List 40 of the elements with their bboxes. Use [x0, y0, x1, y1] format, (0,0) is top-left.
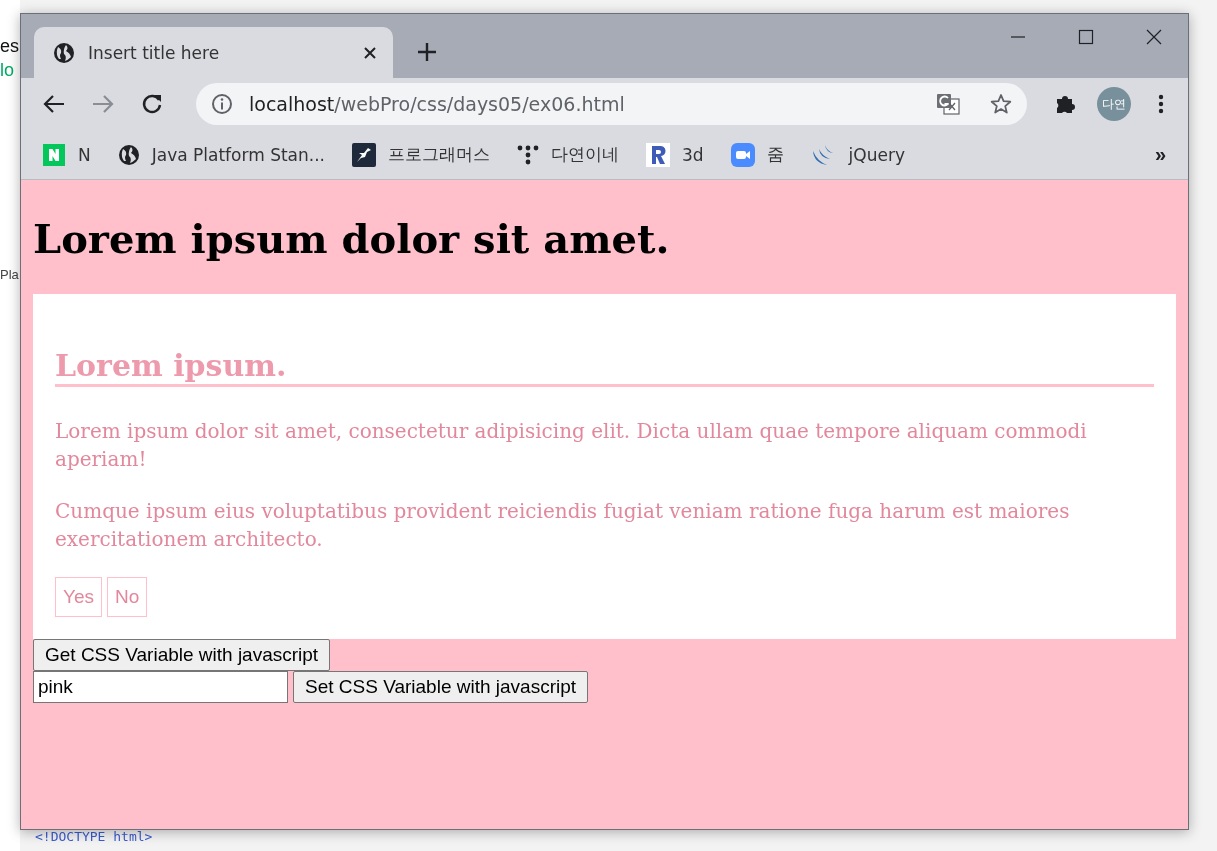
bookmark[interactable]: 프로그래머스 — [352, 142, 490, 167]
info-icon — [211, 93, 233, 115]
maximize-icon[interactable] — [1078, 29, 1094, 45]
new-tab-icon[interactable] — [417, 42, 437, 62]
dots-icon — [517, 143, 539, 166]
bookmark[interactable]: 다연이네 — [517, 143, 619, 166]
paragraph: Cumque ipsum eius voluptatibus provident reiciendis fugiat veniam ratione fuga harum est maiores exercitationem architecto. — [55, 498, 1071, 553]
background-text: lo — [0, 60, 14, 81]
puzzle-icon[interactable] — [1054, 93, 1076, 115]
address-bar[interactable]: localhost/webPro/css/days05/ex06.html — [196, 83, 1027, 125]
close-icon[interactable] — [1146, 29, 1162, 45]
url-text: localhost/webPro/css/days05/ex06.html — [249, 93, 625, 115]
more-bookmarks-button[interactable]: » — [1154, 143, 1166, 166]
background-text: es — [0, 36, 19, 57]
card-title: Lorem ipsum. — [55, 348, 1154, 387]
globe-icon — [117, 143, 140, 166]
n-logo-icon — [42, 142, 66, 167]
star-icon[interactable] — [990, 93, 1012, 115]
bookmark[interactable]: N — [42, 142, 91, 167]
bookmark[interactable]: 줌 — [730, 142, 784, 167]
bird-icon — [352, 142, 376, 167]
background-text: Pla — [0, 267, 19, 282]
set-variable-button[interactable]: Set CSS Variable with javascript — [293, 671, 589, 703]
bookmark[interactable]: jQuery — [810, 142, 905, 167]
reload-icon[interactable] — [141, 93, 163, 115]
code-line: <!DOCTYPE html> — [35, 829, 153, 844]
color-input[interactable]: pink — [33, 671, 288, 703]
page-heading: Lorem ipsum dolor sit amet. — [33, 215, 671, 263]
get-variable-button[interactable]: Get CSS Variable with javascript — [33, 639, 331, 671]
menu-icon[interactable] — [1158, 94, 1164, 114]
globe-icon — [53, 41, 75, 64]
bookmark[interactable]: Java Platform Stan... — [117, 143, 325, 166]
video-camera-icon — [730, 142, 755, 167]
close-icon[interactable] — [363, 45, 377, 60]
r-logo-icon — [646, 142, 670, 167]
paragraph: Lorem ipsum dolor sit amet, consectetur adipisicing elit. Dicta ullam quae tempore aliquam commodi aperiam! — [55, 418, 1088, 473]
back-icon[interactable] — [43, 94, 65, 114]
browser-tab[interactable]: Insert title here — [34, 27, 393, 78]
translate-icon[interactable] — [936, 93, 960, 115]
bookmark[interactable]: 3d — [646, 142, 704, 167]
